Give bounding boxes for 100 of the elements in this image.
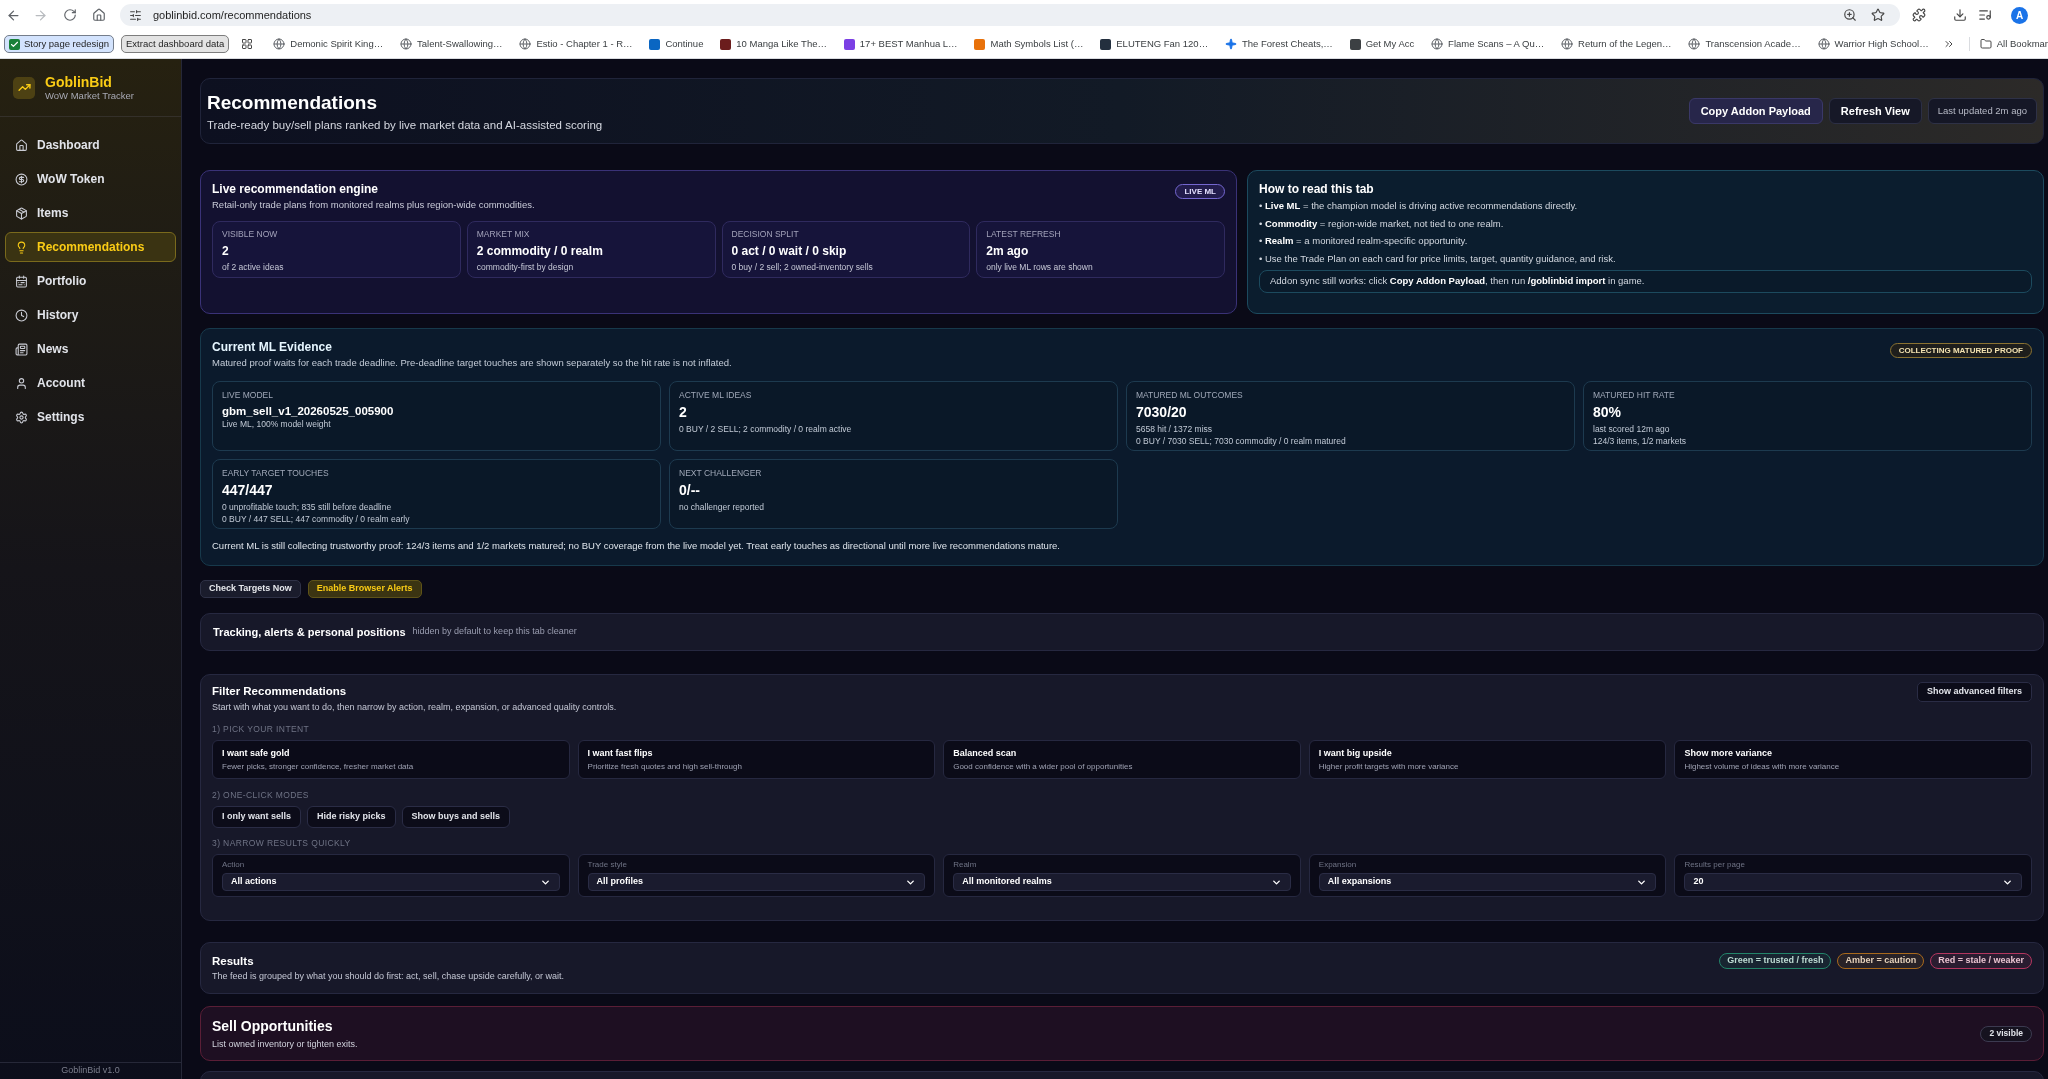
bookmark-label: 17+ BEST Manhua L… bbox=[859, 36, 958, 51]
intent-option[interactable]: Show more variance Highest volume of ideas with more variance bbox=[1674, 740, 2032, 779]
mode-button[interactable]: Hide risky picks bbox=[307, 806, 396, 828]
legend-badge: Green = trusted / fresh bbox=[1719, 953, 1832, 969]
nav-item[interactable]: News bbox=[5, 334, 176, 364]
bookmark-link[interactable]: ELUTENG Fan 120… bbox=[1100, 36, 1209, 52]
bookmark-link[interactable]: Get My Acc bbox=[1349, 36, 1415, 52]
bookmark-link[interactable]: Transcension Acade… bbox=[1688, 36, 1801, 52]
select-field[interactable]: All profiles bbox=[587, 873, 926, 891]
stat-value: 0/-- bbox=[679, 482, 701, 499]
globe-icon bbox=[519, 38, 532, 50]
nav-item[interactable]: Dashboard bbox=[5, 130, 176, 160]
bookmark-link[interactable]: Math Symbols List (… bbox=[974, 36, 1084, 52]
bookmark-label: Talent-Swallowing… bbox=[417, 36, 503, 51]
card-title: Sell Opportunities bbox=[212, 1017, 334, 1035]
mode-button[interactable]: Show buys and sells bbox=[401, 806, 511, 828]
card-subtitle: List owned inventory or tighten exits. bbox=[212, 1037, 358, 1050]
nav-item[interactable]: WoW Token bbox=[5, 164, 176, 194]
address-bar[interactable]: goblinbid.com/recommendations bbox=[120, 4, 1900, 26]
stat-label: MARKET MIX bbox=[476, 229, 531, 240]
globe-icon bbox=[1561, 38, 1574, 50]
card-title: Results bbox=[212, 954, 255, 968]
brand-name: GoblinBid bbox=[45, 73, 113, 90]
bookmark-label: Warrior High School… bbox=[1834, 36, 1929, 51]
stat-note: 124/3 items, 1/2 markets bbox=[1593, 435, 1688, 447]
intent-option[interactable]: I want big upside Higher profit targets with more variance bbox=[1308, 740, 1667, 779]
panel-title: Tracking, alerts & personal positions bbox=[213, 624, 406, 640]
nav-item[interactable]: Items bbox=[5, 198, 176, 228]
field-label: Trade style bbox=[587, 860, 628, 870]
section-heading: 1) PICK YOUR INTENT bbox=[212, 724, 311, 735]
stat-note: 0 BUY / 2 SELL; 2 commodity / 0 realm active bbox=[679, 424, 853, 436]
stat-note: 0 unprofitable touch; 835 still before deadline bbox=[222, 502, 393, 514]
stat-note: commodity-first by design bbox=[476, 262, 575, 273]
home-icon bbox=[15, 138, 28, 152]
select-field[interactable]: All actions bbox=[222, 873, 560, 891]
bookmark-link[interactable]: Warrior High School… bbox=[1817, 36, 1929, 52]
bookmark-link[interactable]: Estio - Chapter 1 - R… bbox=[519, 36, 633, 52]
tab-group-chip[interactable]: Extract dashboard data bbox=[121, 35, 230, 53]
field-label: Expansion bbox=[1318, 860, 1358, 870]
stat-value: 2 commodity / 0 realm bbox=[476, 244, 604, 259]
bookmark-link[interactable]: Talent-Swallowing… bbox=[400, 36, 503, 52]
nav-item[interactable]: Account bbox=[5, 368, 176, 398]
tracking-panel[interactable]: Tracking, alerts & personal positions hidden by default to keep this tab cleaner bbox=[200, 613, 2044, 651]
stat-note: 5658 hit / 1372 miss bbox=[1136, 424, 1214, 436]
nav-item[interactable]: Recommendations bbox=[5, 232, 176, 262]
nav-item[interactable]: History bbox=[5, 300, 176, 330]
action-button[interactable]: Enable Browser Alerts bbox=[307, 580, 422, 598]
bookmark-link[interactable]: 17+ BEST Manhua L… bbox=[843, 36, 958, 52]
square-favicon-icon bbox=[720, 38, 732, 50]
stat-value: 80% bbox=[1593, 404, 1623, 421]
intent-option[interactable]: I want safe gold Fewer picks, stronger confidence, fresher market data bbox=[212, 740, 570, 779]
reload-icon[interactable] bbox=[62, 8, 77, 22]
lightbulb-icon bbox=[15, 240, 28, 254]
card-subtitle: Matured proof waits for each trade deadline. Pre-deadline target touches are shown separately so the hit rate is not inflated. bbox=[212, 357, 732, 369]
puzzle-icon[interactable] bbox=[1912, 8, 1926, 22]
star-icon[interactable] bbox=[1871, 8, 1885, 22]
tab-group-chip[interactable]: Story page redesign bbox=[4, 35, 115, 53]
action-button[interactable]: Check Targets Now bbox=[200, 580, 301, 598]
bookmark-link[interactable]: Return of the Legen… bbox=[1561, 36, 1672, 52]
bookmark-link[interactable]: Demonic Spirit King… bbox=[273, 36, 384, 52]
bookmark-link[interactable]: The Forest Cheats,… bbox=[1225, 36, 1333, 52]
stat-value: 7030/20 bbox=[1136, 404, 1188, 421]
bookmark-link[interactable]: Flame Scans – A Qu… bbox=[1431, 36, 1545, 52]
bookmark-label[interactable]: All Bookmar bbox=[1996, 36, 2048, 52]
legend-badge: Red = stale / weaker bbox=[1930, 953, 2032, 969]
grid-icon[interactable] bbox=[241, 38, 254, 50]
chevrons-icon[interactable] bbox=[1942, 38, 1955, 50]
zoom-in-icon[interactable] bbox=[1843, 8, 1857, 22]
bookmark-link[interactable]: 10 Manga Like The… bbox=[720, 36, 827, 52]
box-icon bbox=[15, 206, 28, 220]
intent-option[interactable]: I want fast flips Prioritize fresh quotes and high sell-through bbox=[577, 740, 936, 779]
stat-note: of 2 active ideas bbox=[222, 262, 285, 273]
download-icon[interactable] bbox=[1953, 8, 1967, 22]
bookmark-link[interactable]: Continue bbox=[649, 36, 704, 52]
nav-item[interactable]: Settings bbox=[5, 402, 176, 432]
card-title: Live recommendation engine bbox=[212, 182, 380, 197]
bookmark-label: ELUTENG Fan 120… bbox=[1116, 36, 1209, 51]
stat-note: 0 buy / 2 sell; 2 owned-inventory sells bbox=[731, 262, 874, 273]
status-badge: LIVE ML bbox=[1175, 184, 1225, 199]
select-field[interactable]: 20 bbox=[1684, 873, 2022, 891]
advanced-filters-button[interactable]: Show advanced filters bbox=[1916, 682, 2032, 702]
sliders-icon[interactable] bbox=[129, 8, 142, 22]
select-field[interactable]: All monitored realms bbox=[953, 873, 1291, 891]
card-title: Current ML Evidence bbox=[212, 340, 333, 355]
folder-icon[interactable] bbox=[1979, 38, 1992, 50]
select-field[interactable]: All expansions bbox=[1318, 873, 1657, 891]
mode-button[interactable]: I only want sells bbox=[212, 806, 302, 828]
header-button[interactable]: Copy Addon Payload bbox=[1688, 98, 1823, 124]
stat-value: 2m ago bbox=[986, 244, 1030, 259]
guide-bullet: • Live ML = the champion model is driving active recommendations directly. bbox=[1259, 200, 1579, 213]
home-icon[interactable] bbox=[91, 8, 106, 22]
stat-label: MATURED HIT RATE bbox=[1593, 390, 1676, 401]
intent-option[interactable]: Balanced scan Good confidence with a wider pool of opportunities bbox=[943, 740, 1301, 779]
profile-avatar[interactable]: A bbox=[2011, 6, 2028, 24]
nav-item[interactable]: Portfolio bbox=[5, 266, 176, 296]
bookmark-label: Transcension Acade… bbox=[1705, 36, 1801, 51]
stat-label: LATEST REFRESH bbox=[986, 229, 1062, 240]
card-subtitle: Retail-only trade plans from monitored realms plus region-wide commodities. bbox=[212, 199, 535, 211]
header-button[interactable]: Refresh View bbox=[1828, 98, 1922, 124]
playlist-icon[interactable] bbox=[1978, 8, 1992, 22]
